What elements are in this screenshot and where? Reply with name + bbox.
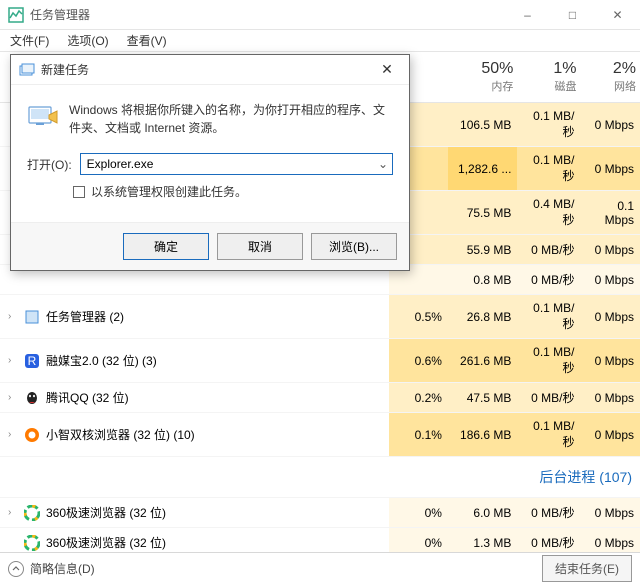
run-dialog-icon (19, 62, 35, 78)
maximize-button[interactable]: □ (550, 0, 595, 29)
menu-options[interactable]: 选项(O) (65, 30, 110, 51)
cell-net: 0.1 Mbps (581, 191, 640, 235)
process-row[interactable]: 360极速浏览器 (32 位) 0%1.3 MB0 MB/秒0 Mbps (0, 528, 640, 553)
cell-disk: 0 MB/秒 (517, 383, 580, 413)
ok-button[interactable]: 确定 (123, 233, 209, 260)
window-title: 任务管理器 (30, 6, 505, 23)
menubar: 文件(F) 选项(O) 查看(V) (0, 30, 640, 52)
chevron-right-icon[interactable]: › (8, 429, 18, 440)
admin-label: 以系统管理权限创建此任务。 (91, 183, 247, 200)
cell-disk: 0 MB/秒 (517, 235, 580, 265)
process-name: 任务管理器 (2) (46, 308, 124, 325)
process-row[interactable]: › 360极速浏览器 (32 位) 0%6.0 MB0 MB/秒0 Mbps (0, 498, 640, 528)
cell-mem: 186.6 MB (448, 413, 517, 457)
process-name: 融媒宝2.0 (32 位) (3) (46, 352, 157, 369)
cell-net: 0 Mbps (581, 265, 640, 295)
cell-mem: 106.5 MB (448, 103, 517, 147)
process-icon (24, 390, 40, 406)
process-row[interactable]: › 任务管理器 (2) 0.5%26.8 MB0.1 MB/秒0 Mbps (0, 295, 640, 339)
cell-cpu: 0.6% (389, 339, 448, 383)
cell-mem: 6.0 MB (448, 498, 517, 528)
close-button[interactable]: ✕ (595, 0, 640, 29)
cell-disk: 0.1 MB/秒 (517, 295, 580, 339)
col-memory[interactable]: 50%内存 (448, 52, 517, 103)
process-name: 360极速浏览器 (32 位) (46, 534, 166, 551)
process-icon: R (24, 353, 40, 369)
cell-net: 0 Mbps (581, 147, 640, 191)
details-toggle-icon[interactable] (8, 561, 24, 577)
process-row[interactable]: › R 融媒宝2.0 (32 位) (3) 0.6%261.6 MB0.1 MB/秒0… (0, 339, 640, 383)
checkbox-box[interactable] (73, 186, 85, 198)
cell-cpu: 0.5% (389, 295, 448, 339)
dialog-titlebar[interactable]: 新建任务 ✕ (11, 55, 409, 85)
browse-button[interactable]: 浏览(B)... (311, 233, 397, 260)
menu-view[interactable]: 查看(V) (125, 30, 169, 51)
col-disk[interactable]: 1%磁盘 (517, 52, 580, 103)
menu-file[interactable]: 文件(F) (8, 30, 51, 51)
process-row[interactable]: › 腾讯QQ (32 位) 0.2%47.5 MB0 MB/秒0 Mbps (0, 383, 640, 413)
open-combobox[interactable]: ⌄ (80, 153, 393, 175)
svg-text:R: R (28, 354, 37, 368)
process-icon (24, 535, 40, 551)
minimize-button[interactable]: – (505, 0, 550, 29)
cell-disk: 0.1 MB/秒 (517, 413, 580, 457)
process-name: 腾讯QQ (32 位) (46, 389, 129, 406)
cell-disk: 0 MB/秒 (517, 528, 580, 553)
open-input[interactable] (81, 154, 374, 174)
dialog-message: Windows 将根据你所键入的名称，为你打开相应的程序、文件夹、文档或 Int… (69, 101, 393, 137)
dialog-title: 新建任务 (41, 61, 373, 78)
cell-mem: 1,282.6 ... (448, 147, 517, 191)
cell-disk: 0.1 MB/秒 (517, 147, 580, 191)
process-icon (24, 505, 40, 521)
cell-net: 0 Mbps (581, 383, 640, 413)
chevron-right-icon[interactable]: › (8, 311, 18, 322)
cell-net: 0 Mbps (581, 235, 640, 265)
cell-disk: 0.1 MB/秒 (517, 339, 580, 383)
cell-cpu: 0% (389, 528, 448, 553)
cell-mem: 261.6 MB (448, 339, 517, 383)
details-toggle-label[interactable]: 简略信息(D) (30, 560, 95, 577)
cell-mem: 47.5 MB (448, 383, 517, 413)
cell-mem: 1.3 MB (448, 528, 517, 553)
chevron-right-icon[interactable]: › (8, 355, 18, 366)
section-title: 后台进程 (107) (0, 457, 640, 498)
cell-net: 0 Mbps (581, 498, 640, 528)
cancel-button[interactable]: 取消 (217, 233, 303, 260)
cell-net: 0 Mbps (581, 295, 640, 339)
process-name: 小智双核浏览器 (32 位) (10) (46, 426, 195, 443)
cell-mem: 75.5 MB (448, 191, 517, 235)
run-dialog: 新建任务 ✕ Windows 将根据你所键入的名称，为你打开相应的程序、文件夹、… (10, 54, 410, 271)
process-icon (24, 309, 40, 325)
cell-cpu: 0.2% (389, 383, 448, 413)
cell-disk: 0 MB/秒 (517, 265, 580, 295)
cell-net: 0 Mbps (581, 413, 640, 457)
admin-checkbox[interactable]: 以系统管理权限创建此任务。 (73, 183, 393, 200)
cell-mem: 55.9 MB (448, 235, 517, 265)
cell-disk: 0 MB/秒 (517, 498, 580, 528)
process-name: 360极速浏览器 (32 位) (46, 504, 166, 521)
cell-cpu: 0% (389, 498, 448, 528)
run-icon (27, 101, 59, 131)
process-row[interactable]: › 小智双核浏览器 (32 位) (10) 0.1%186.6 MB0.1 MB/秒… (0, 413, 640, 457)
chevron-right-icon[interactable]: › (8, 392, 18, 403)
taskmgr-icon (8, 7, 24, 23)
cell-cpu: 0.1% (389, 413, 448, 457)
process-icon (24, 427, 40, 443)
cell-net: 0 Mbps (581, 339, 640, 383)
titlebar: 任务管理器 – □ ✕ (0, 0, 640, 30)
cell-mem: 0.8 MB (448, 265, 517, 295)
open-label: 打开(O): (27, 156, 72, 173)
end-task-button[interactable]: 结束任务(E) (542, 555, 632, 582)
section-header: 后台进程 (107) (0, 457, 640, 498)
chevron-right-icon[interactable]: › (8, 507, 18, 518)
chevron-down-icon[interactable]: ⌄ (374, 154, 392, 174)
cell-net: 0 Mbps (581, 528, 640, 553)
dialog-close-button[interactable]: ✕ (373, 61, 401, 78)
cell-disk: 0.1 MB/秒 (517, 103, 580, 147)
cell-disk: 0.4 MB/秒 (517, 191, 580, 235)
cell-net: 0 Mbps (581, 103, 640, 147)
col-network[interactable]: 2%网络 (581, 52, 640, 103)
footer: 简略信息(D) 结束任务(E) (0, 552, 640, 584)
cell-mem: 26.8 MB (448, 295, 517, 339)
